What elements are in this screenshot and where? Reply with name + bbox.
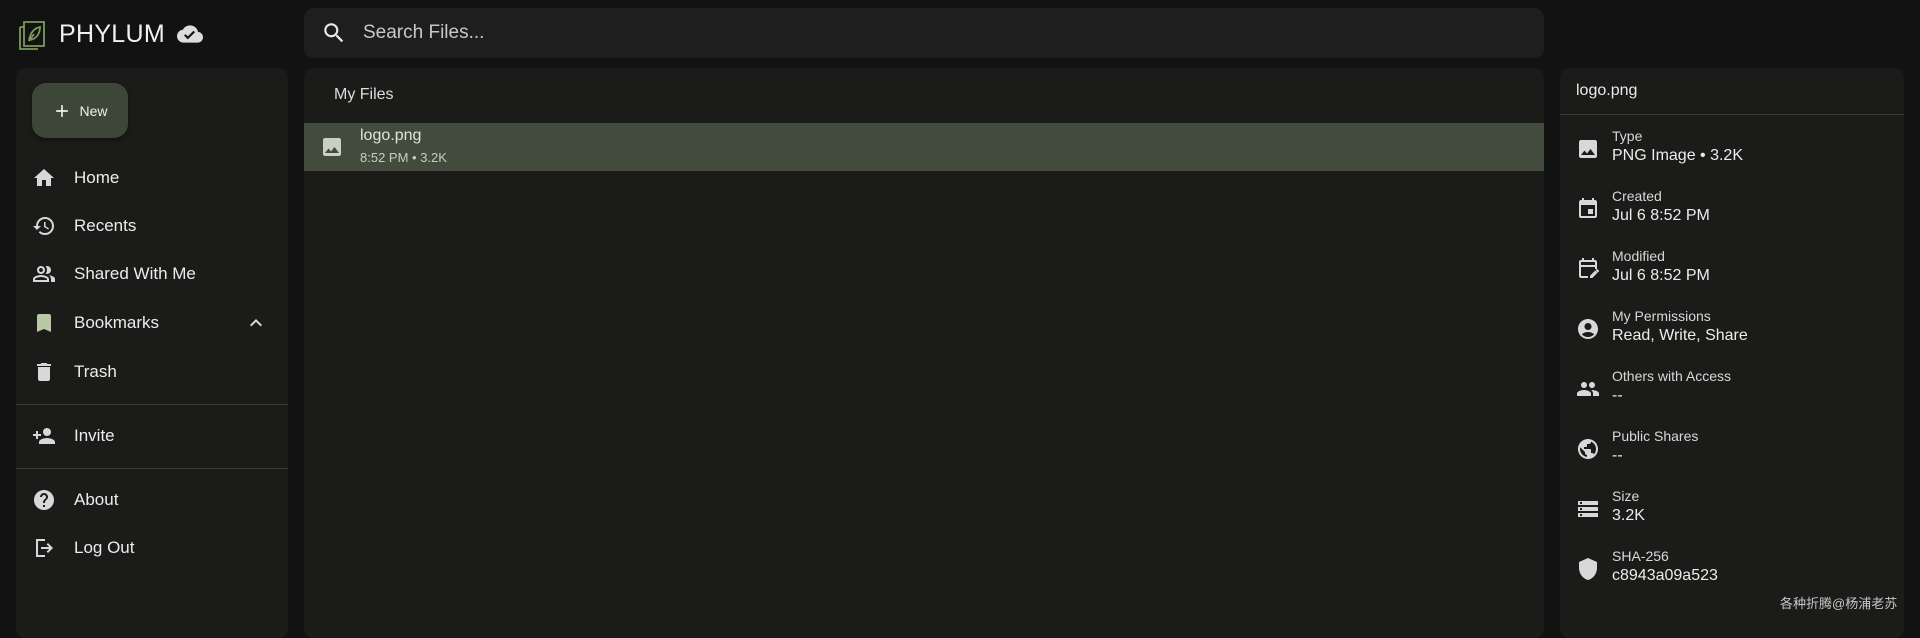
sidebar-item-trash[interactable]: Trash [16, 352, 288, 392]
property-public-shares: Public Shares -- [1560, 424, 1904, 472]
sidebar-item-label: Recents [74, 216, 137, 235]
history-icon [33, 217, 54, 235]
storage-icon [1578, 501, 1598, 517]
breadcrumb[interactable]: My Files [334, 86, 394, 104]
sidebar-item-label: Log Out [74, 538, 135, 557]
logout-icon [36, 539, 53, 557]
file-row[interactable]: logo.png 8:52 PM • 3.2K [304, 123, 1544, 171]
property-label: My Permissions [1612, 308, 1711, 324]
sidebar-item-recents[interactable]: Recents [16, 206, 288, 246]
property-label: Created [1612, 188, 1662, 204]
details-panel: logo.png Type PNG Image • 3.2K Created J… [1560, 68, 1904, 638]
trash-icon [37, 363, 51, 381]
sidebar-item-label: Bookmarks [74, 313, 160, 332]
cloud-done-icon [177, 25, 203, 43]
calendar-icon [1579, 198, 1597, 218]
property-value: 3.2K [1612, 507, 1645, 524]
property-label: Type [1612, 128, 1643, 144]
property-created: Created Jul 6 8:52 PM [1560, 184, 1904, 232]
image-icon [323, 138, 341, 156]
chevron-up-icon[interactable] [244, 311, 268, 335]
property-value: Jul 6 8:52 PM [1612, 207, 1710, 224]
property-value: -- [1612, 387, 1623, 404]
property-label: SHA-256 [1612, 548, 1669, 564]
people-icon [1577, 382, 1599, 396]
property-label: Size [1612, 488, 1640, 504]
file-panel: My Files logo.png 8:52 PM • 3.2K [304, 68, 1544, 638]
sidebar-item-home[interactable]: Home [16, 158, 288, 198]
new-button[interactable]: New [32, 83, 128, 138]
home-icon [34, 169, 54, 186]
property-type: Type PNG Image • 3.2K [1560, 124, 1904, 172]
plus-icon [56, 104, 69, 117]
property-size: Size 3.2K [1560, 484, 1904, 532]
calendar-edit-icon [1579, 258, 1599, 278]
sidebar-item-bookmarks[interactable]: Bookmarks [16, 303, 288, 343]
sidebar: New Home Recents Shared With Me Bookmark… [16, 68, 288, 638]
sidebar-item-log-out[interactable]: Log Out [16, 528, 288, 568]
sidebar-divider [16, 404, 288, 405]
property-others-with-access: Others with Access -- [1560, 364, 1904, 412]
people-icon [33, 266, 55, 282]
app-name: PHYLUM [59, 19, 165, 48]
sidebar-item-label: Invite [74, 426, 115, 445]
bookmark-icon [37, 314, 51, 332]
image-icon [1579, 140, 1597, 158]
sidebar-divider [16, 468, 288, 469]
property-label: Public Shares [1612, 428, 1699, 444]
sidebar-item-label: Trash [74, 362, 117, 381]
property-value: Read, Write, Share [1612, 327, 1748, 344]
sidebar-item-invite[interactable]: Invite [16, 416, 288, 456]
search-input[interactable] [363, 13, 1544, 53]
sidebar-item-label: About [74, 490, 119, 509]
search-icon [324, 23, 344, 43]
help-icon [34, 490, 54, 510]
property-modified: Modified Jul 6 8:52 PM [1560, 244, 1904, 292]
property-value: Jul 6 8:52 PM [1612, 267, 1710, 284]
sidebar-item-label: Shared With Me [74, 264, 196, 283]
details-title: logo.png [1576, 82, 1638, 99]
property-sha-256: SHA-256 c8943a09a523 [1560, 544, 1904, 592]
file-name: logo.png [360, 127, 422, 144]
leaf-page-icon [19, 21, 45, 50]
account-circle-icon [1578, 319, 1598, 339]
search-bar[interactable] [304, 8, 1544, 58]
globe-icon [1578, 439, 1598, 459]
sidebar-item-about[interactable]: About [16, 480, 288, 520]
sidebar-item-shared-with-me[interactable]: Shared With Me [16, 254, 288, 294]
property-value: -- [1612, 447, 1623, 464]
details-divider [1560, 114, 1904, 115]
property-label: Modified [1612, 248, 1665, 264]
shield-icon [1579, 558, 1597, 580]
sidebar-item-label: Home [74, 168, 120, 187]
property-value: PNG Image • 3.2K [1612, 147, 1743, 164]
person-add-icon [33, 428, 55, 444]
file-meta: 8:52 PM • 3.2K [360, 150, 447, 165]
property-value: c8943a09a523 [1612, 567, 1718, 584]
app-brand[interactable]: PHYLUM [18, 18, 203, 50]
new-button-label: New [79, 102, 108, 119]
watermark-text: 各种折腾@杨浦老苏 [1780, 596, 1898, 611]
property-my-permissions: My Permissions Read, Write, Share [1560, 304, 1904, 352]
property-label: Others with Access [1612, 368, 1732, 384]
